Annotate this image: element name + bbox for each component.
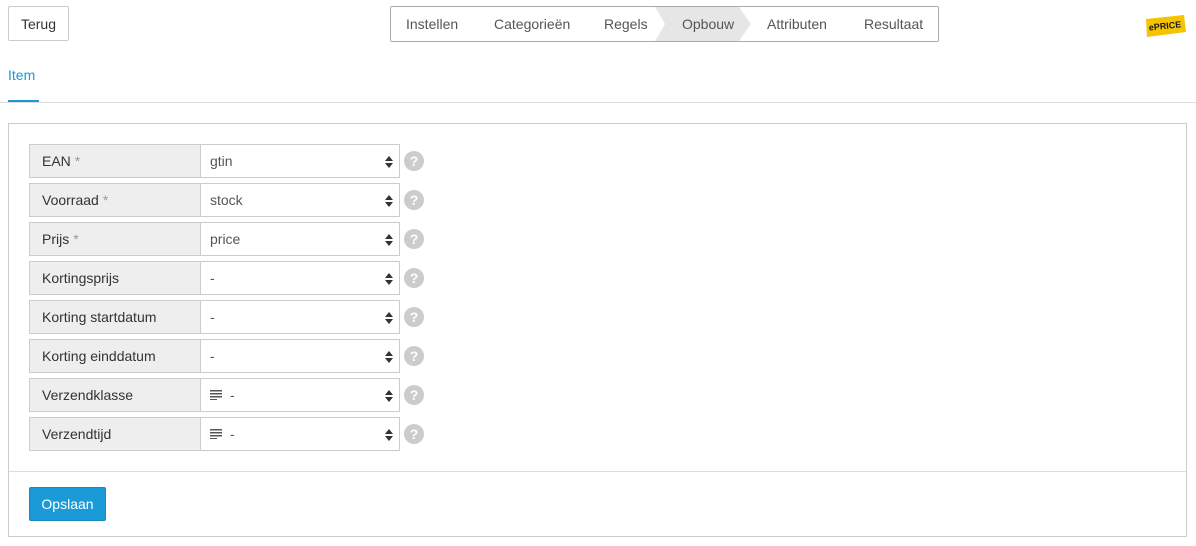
help-icon[interactable]: ?	[404, 229, 424, 249]
row-label: EAN *	[29, 144, 201, 178]
required-mark: *	[102, 192, 109, 208]
tab-underline	[0, 102, 1196, 103]
korting-einddatum-select[interactable]: -	[200, 339, 400, 373]
step-attributen[interactable]: Attributen	[767, 7, 827, 41]
row-label: Kortingsprijs	[29, 261, 201, 295]
row-label: Verzendklasse	[29, 378, 201, 412]
help-icon[interactable]: ?	[404, 307, 424, 327]
select-value: -	[210, 348, 215, 364]
form-row-ean: EAN * gtin ?	[29, 144, 429, 178]
row-label-text: Verzendklasse	[42, 387, 134, 403]
help-icon[interactable]: ?	[404, 346, 424, 366]
step-opbouw[interactable]: Opbouw	[682, 7, 734, 41]
row-label-text: Korting startdatum	[42, 309, 157, 325]
form-row-korting-startdatum: Korting startdatum - ?	[29, 300, 429, 334]
help-icon[interactable]: ?	[404, 268, 424, 288]
row-label-text: Korting einddatum	[42, 348, 156, 364]
row-label: Verzendtijd	[29, 417, 201, 451]
sort-arrows-icon	[385, 312, 393, 324]
row-label-text: Verzendtijd	[42, 426, 112, 442]
form-row-verzendklasse: Verzendklasse - ?	[29, 378, 429, 412]
row-label-text: Voorraad	[42, 192, 99, 208]
row-label-text: Prijs	[42, 231, 70, 247]
row-label: Prijs *	[29, 222, 201, 256]
step-regels[interactable]: Regels	[604, 7, 648, 41]
form-row-voorraad: Voorraad * stock ?	[29, 183, 429, 217]
help-icon[interactable]: ?	[404, 424, 424, 444]
form-row-kortingsprijs: Kortingsprijs - ?	[29, 261, 429, 295]
ean-select[interactable]: gtin	[200, 144, 400, 178]
row-label: Korting einddatum	[29, 339, 201, 373]
text-lines-icon	[210, 390, 222, 400]
eprice-logo: ePRICE	[1146, 15, 1186, 37]
sort-arrows-icon	[385, 351, 393, 363]
help-icon[interactable]: ?	[404, 190, 424, 210]
form-panel: EAN * gtin ? Voorraad * stock ? Prijs * …	[8, 123, 1187, 537]
row-label: Korting startdatum	[29, 300, 201, 334]
help-icon[interactable]: ?	[404, 151, 424, 171]
required-mark: *	[74, 153, 81, 169]
step-resultaat[interactable]: Resultaat	[864, 7, 923, 41]
select-value: -	[230, 426, 235, 442]
tab-item[interactable]: Item	[8, 67, 39, 102]
row-label-text: EAN	[42, 153, 71, 169]
text-lines-icon	[210, 429, 222, 439]
sort-arrows-icon	[385, 390, 393, 402]
required-mark: *	[73, 231, 79, 247]
save-button[interactable]: Opslaan	[29, 487, 106, 521]
sort-arrows-icon	[385, 429, 393, 441]
select-value: -	[210, 309, 215, 325]
sort-arrows-icon	[385, 234, 393, 246]
wizard-steps: Instellen Categorieën Regels Opbouw Attr…	[390, 6, 939, 42]
select-value: price	[210, 231, 241, 247]
select-value: -	[210, 270, 215, 286]
select-value: gtin	[210, 153, 233, 169]
row-label: Voorraad *	[29, 183, 201, 217]
verzendtijd-select[interactable]: -	[200, 417, 400, 451]
back-button[interactable]: Terug	[8, 6, 69, 41]
row-label-text: Kortingsprijs	[42, 270, 120, 286]
step-categorieen[interactable]: Categorieën	[494, 7, 570, 41]
help-icon[interactable]: ?	[404, 385, 424, 405]
select-value: -	[230, 387, 235, 403]
sort-arrows-icon	[385, 156, 393, 168]
kortingsprijs-select[interactable]: -	[200, 261, 400, 295]
prijs-select[interactable]: price	[200, 222, 400, 256]
sort-arrows-icon	[385, 195, 393, 207]
korting-startdatum-select[interactable]: -	[200, 300, 400, 334]
panel-divider	[9, 471, 1186, 472]
form-row-prijs: Prijs * price ?	[29, 222, 429, 256]
voorraad-select[interactable]: stock	[200, 183, 400, 217]
form-row-verzendtijd: Verzendtijd - ?	[29, 417, 429, 451]
sort-arrows-icon	[385, 273, 393, 285]
verzendklasse-select[interactable]: -	[200, 378, 400, 412]
step-instellen[interactable]: Instellen	[406, 7, 458, 41]
select-value: stock	[210, 192, 243, 208]
form-row-korting-einddatum: Korting einddatum - ?	[29, 339, 429, 373]
